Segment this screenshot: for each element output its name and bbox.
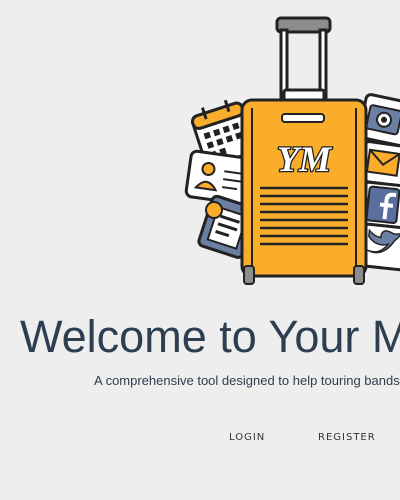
- suitcase-body: [240, 98, 368, 285]
- wheel-right: [353, 265, 365, 285]
- page-subtitle: A comprehensive tool designed to help to…: [94, 373, 400, 388]
- wheel-left: [243, 265, 255, 285]
- luggage-illustration: YM: [184, 16, 400, 285]
- landing-page: YM Welcome to Your M A comprehensive too…: [0, 0, 400, 500]
- page-title: Welcome to Your M: [20, 311, 400, 362]
- register-link[interactable]: REGISTER: [318, 430, 376, 445]
- badge-icon: [205, 201, 223, 219]
- login-link[interactable]: LOGIN: [229, 430, 265, 445]
- suitcase-logo: YM: [277, 139, 333, 179]
- suitcase-handle: [275, 16, 332, 104]
